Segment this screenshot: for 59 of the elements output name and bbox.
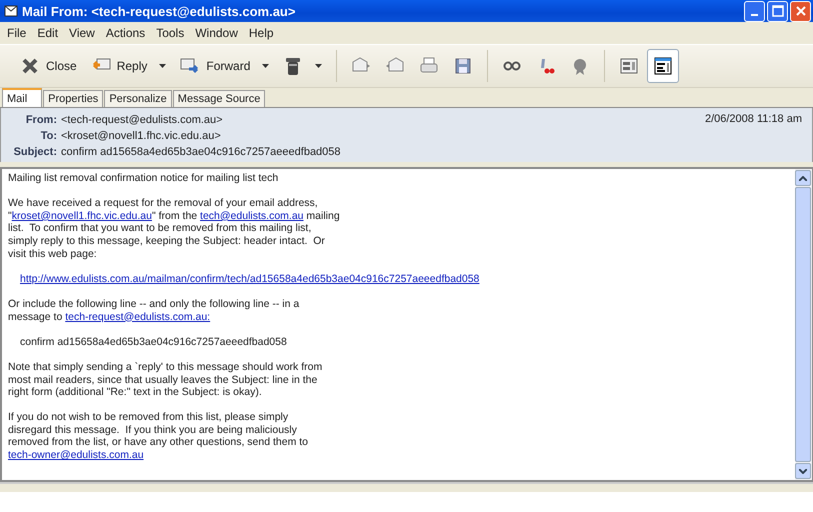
toolbar-button[interactable]: Forward (174, 49, 276, 83)
field-value: <tech-request@edulists.com.au> (61, 114, 223, 126)
text-line: simply reply to this message, keeping the Subject: header intact. Or (8, 234, 325, 248)
scroll-up-button[interactable] (795, 170, 811, 186)
close-button[interactable] (790, 0, 811, 22)
menu-item[interactable]: Window (190, 26, 244, 40)
field-value: confirm ad15658a4ed65b3ae04c916c7257aeeedfbad058 (61, 146, 341, 158)
close-icon (794, 5, 806, 17)
field-label: To: (40, 130, 57, 142)
text-line: Or include the following line -- and only the following line -- in a (8, 298, 300, 311)
scrollbar-thumb[interactable] (795, 187, 811, 462)
field-label: Subject: (12, 146, 57, 158)
toolbar-button[interactable] (647, 49, 680, 83)
link[interactable]: http://www.edulists.com.au/mailman/confirm/tech/ad15658a4ed65b3ae04c916c7257aeeedfbad058 (20, 272, 480, 285)
up-chevron-icon (799, 176, 807, 180)
toolbar-button[interactable]: Reply (84, 49, 172, 83)
scroll-down-button[interactable] (795, 463, 811, 479)
link[interactable]: tech-request@edulists.com.au: (65, 310, 210, 323)
layout-icon (619, 56, 640, 76)
link[interactable]: kroset@novell1.fhc.vic.edu.au (12, 210, 152, 222)
forward-icon (180, 56, 200, 76)
text-line: removed from the list, or have any other questions, send them to (8, 436, 308, 450)
layout-icon (653, 56, 674, 76)
text-line: "kroset@novell1.fhc.vic.edu.au" from the tech@edulists.com.au mailing (8, 210, 340, 222)
text-line: disregard this message. If you think you are being maliciously (8, 424, 297, 436)
field-value: <kroset@novell1.fhc.vic.edu.au> (61, 130, 221, 142)
link[interactable]: tech@edulists.com.au (200, 210, 304, 222)
menu-item[interactable]: View (64, 26, 101, 40)
maximize-icon (772, 5, 784, 17)
window-title: Mail From: <tech-request@edulists.com.au> (22, 4, 296, 18)
text-line: confirm ad15658a4ed65b3ae04c916c7257aeeedfbad058 (20, 336, 287, 348)
field-label: From: (24, 114, 57, 126)
text-line: right form (additional "Re:" text in the Subject: is okay). (8, 386, 262, 399)
menu-item[interactable]: Tools (151, 26, 190, 40)
message-date: 2/06/2008 11:18 am (704, 113, 802, 127)
text-line: We have received a request for the removal of your email address, (8, 197, 318, 210)
menu-item[interactable]: Help (244, 26, 280, 40)
maximize-button[interactable] (767, 0, 788, 22)
menu-item[interactable]: Actions (100, 26, 152, 40)
link[interactable]: tech-owner@edulists.com.au (8, 449, 144, 462)
minimize-button[interactable] (744, 0, 765, 22)
text-line: most mail readers, since that usually leaves the Subject: line in the (8, 374, 318, 386)
toolbar-button[interactable]: Close (14, 49, 83, 83)
text-line: visit this web page: (8, 248, 97, 260)
menu-item[interactable]: File (2, 26, 32, 40)
text-line: Note that simply sending a `reply' to this message should work from (8, 360, 322, 374)
text-line: Mailing list removal confirmation notice for mailing list tech (8, 172, 278, 185)
tab[interactable]: Message Source (172, 90, 266, 107)
text-line: message to tech-request@edulists.com.au: (8, 310, 210, 324)
tab[interactable]: Mail (2, 88, 42, 107)
mail-window-icon (4, 4, 18, 18)
tab[interactable]: Personalize (104, 90, 172, 107)
close-icon (20, 56, 40, 76)
minimize-icon (751, 14, 758, 16)
tab[interactable]: Properties (43, 90, 104, 107)
text-line: If you do not wish to be removed from this list, please simply (8, 411, 288, 424)
down-chevron-icon (799, 468, 807, 474)
menu-item[interactable]: Edit (32, 26, 64, 40)
text-line: list. To confirm that you want to be removed from this mailing list, (8, 222, 312, 235)
